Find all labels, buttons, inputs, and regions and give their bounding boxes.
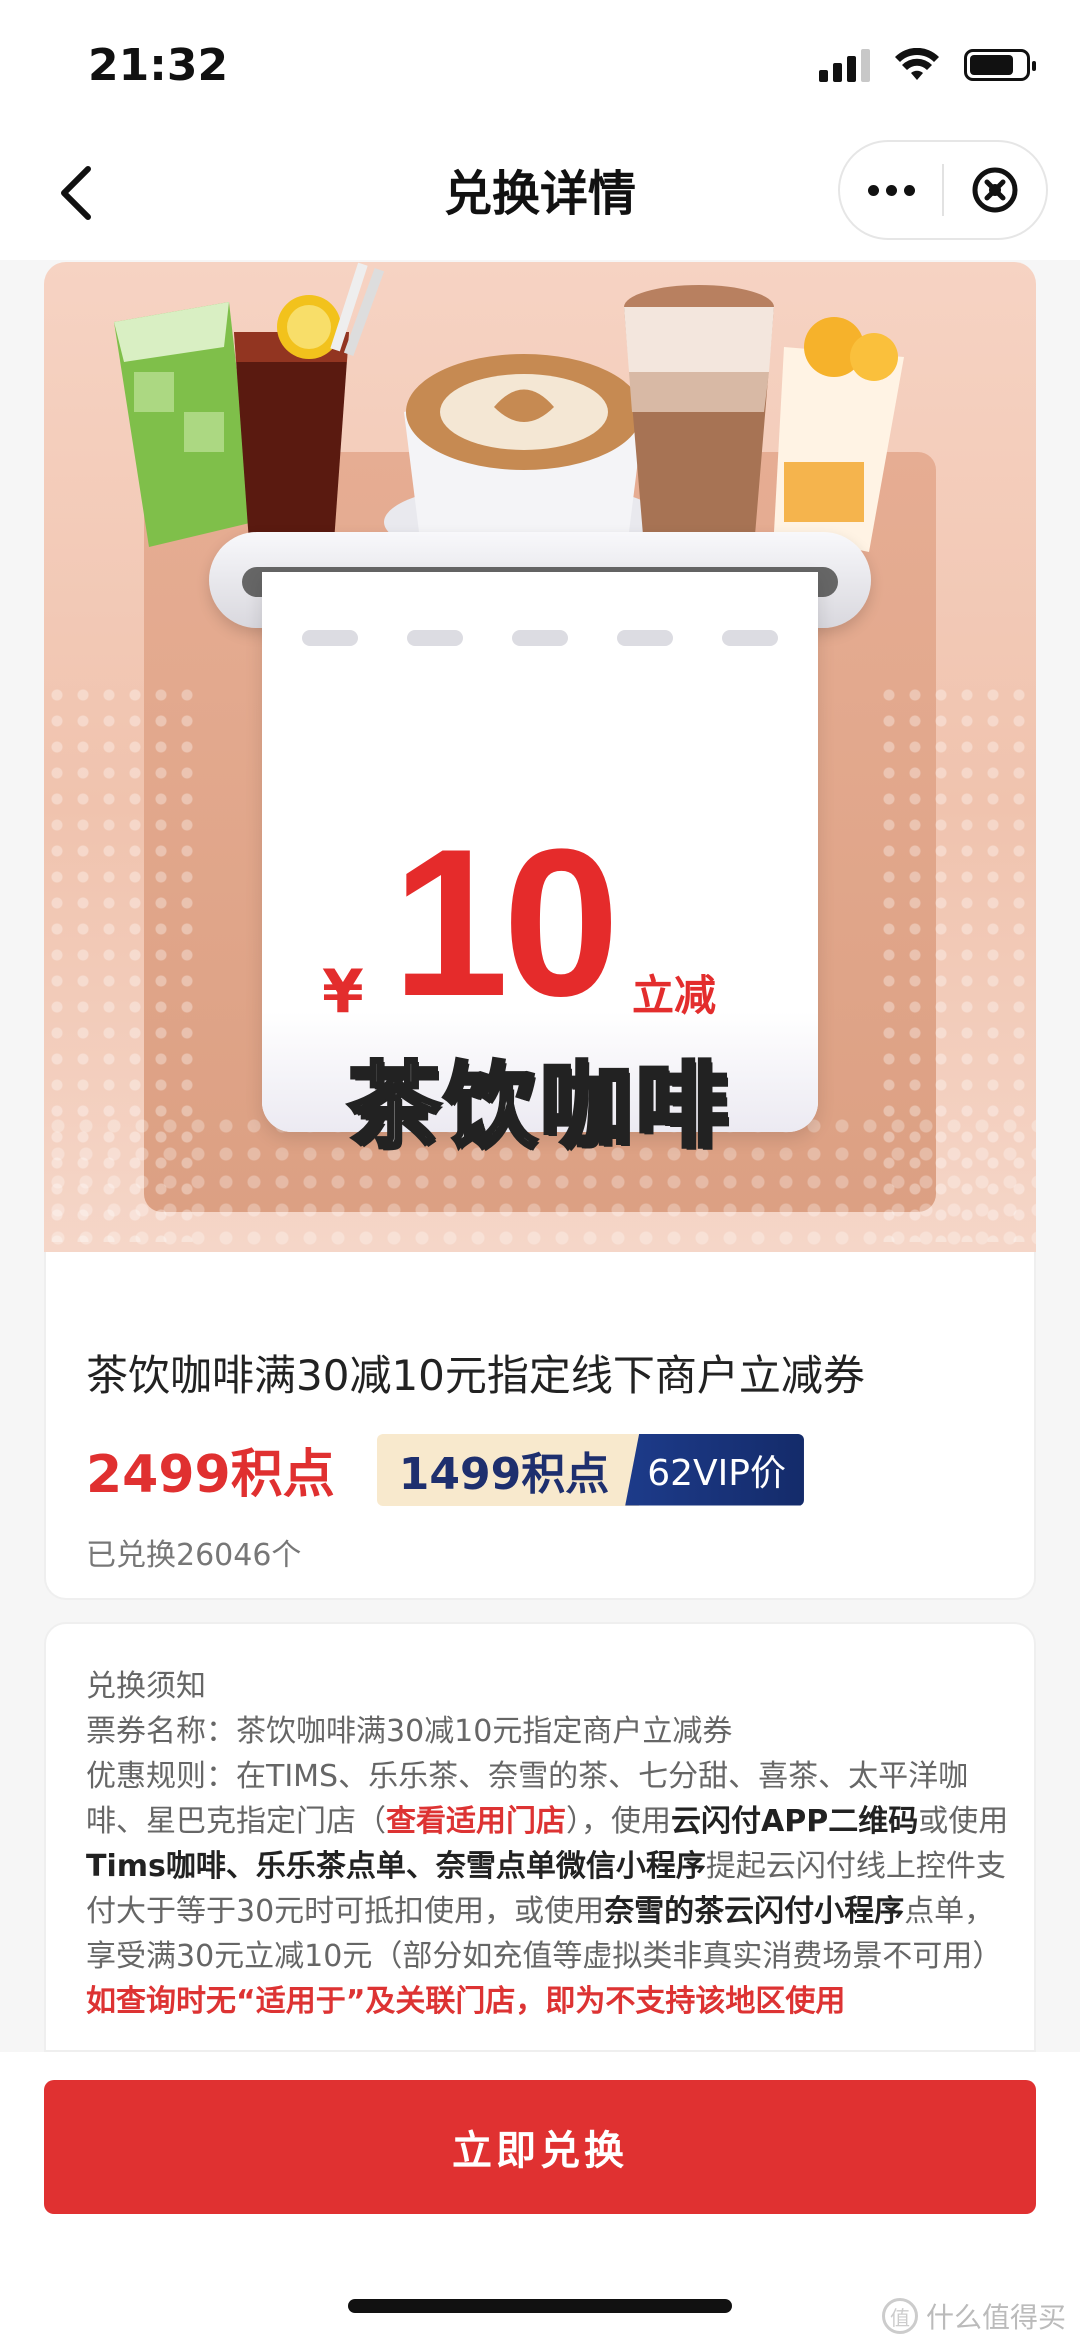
price-row: 2499积点 1499积点 62VIP价 bbox=[86, 1432, 804, 1507]
wifi-icon bbox=[895, 48, 939, 80]
battery-icon bbox=[964, 49, 1036, 81]
more-button[interactable] bbox=[840, 142, 942, 238]
notice-heading: 兑换须知 bbox=[86, 1669, 206, 1704]
coupon-banner: ¥ 10 立减 茶饮咖啡 bbox=[44, 262, 1036, 1252]
bottom-action-bar: 立即兑换 值 什么值得买 bbox=[0, 2052, 1080, 2337]
signal-icon bbox=[819, 48, 870, 82]
matcha-drink-icon bbox=[114, 302, 254, 547]
redeem-button[interactable]: 立即兑换 bbox=[44, 2080, 1036, 2214]
coupon-amount: 10 bbox=[392, 805, 620, 1040]
coupon-ticket: ¥ 10 立减 茶饮咖啡 bbox=[262, 572, 818, 1162]
watermark-text: 什么值得买 bbox=[925, 2301, 1066, 2334]
region-warning: 如查询时无“适用于”及关联门店，即为不支持该地区使用 bbox=[86, 1984, 846, 2019]
product-info-card: 茶饮咖啡满30减10元指定线下商户立减券 2499积点 1499积点 62VIP… bbox=[44, 1252, 1036, 1600]
coupon-currency: ¥ bbox=[322, 957, 364, 1027]
status-bar: 21:32 bbox=[0, 0, 1080, 130]
rule-paragraph: 优惠规则：在TIMS、乐乐茶、奈雪的茶、七分甜、喜茶、太平洋咖啡、星巴克指定门店… bbox=[86, 1759, 1009, 1974]
redeemed-count: 已兑换26046个 bbox=[86, 1538, 302, 1573]
view-stores-link[interactable]: 查看适用门店 bbox=[386, 1804, 566, 1839]
vip-price-badge: 1499积点 62VIP价 bbox=[376, 1433, 804, 1506]
watermark-logo: 值 bbox=[881, 2298, 918, 2334]
mango-drink-icon bbox=[774, 317, 904, 552]
mocha-drink-icon bbox=[624, 285, 774, 547]
ticket-name-line: 票券名称：茶饮咖啡满30减10元指定商户立减券 bbox=[86, 1714, 733, 1749]
home-indicator bbox=[348, 2299, 732, 2313]
vip-points: 1499积点 bbox=[376, 1433, 640, 1506]
vip-label: 62VIP价 bbox=[625, 1433, 804, 1506]
coupon-tag: 立减 bbox=[632, 971, 717, 1020]
nav-bar: 兑换详情 bbox=[0, 130, 1080, 260]
price-points: 2499积点 bbox=[86, 1445, 335, 1505]
ticket-name: 茶饮咖啡满30减10元指定商户立减券 bbox=[236, 1714, 733, 1749]
more-icon bbox=[867, 184, 915, 196]
status-icons bbox=[819, 48, 1036, 82]
close-button[interactable] bbox=[944, 142, 1046, 238]
notice-body: 兑换须知 票券名称：茶饮咖啡满30减10元指定商户立减券 优惠规则：在TIMS、… bbox=[86, 1664, 1016, 2024]
watermark: 值 什么值得买 bbox=[881, 2296, 1066, 2336]
coupon-name: 茶饮咖啡 bbox=[346, 1051, 732, 1162]
close-circle-icon bbox=[972, 167, 1018, 213]
status-time: 21:32 bbox=[88, 40, 229, 91]
product-title: 茶饮咖啡满30减10元指定线下商户立减券 bbox=[86, 1351, 865, 1400]
mini-program-capsule bbox=[838, 140, 1048, 240]
redeem-notice-card: 兑换须知 票券名称：茶饮咖啡满30减10元指定商户立减券 优惠规则：在TIMS、… bbox=[44, 1622, 1036, 2052]
latte-drink-icon bbox=[384, 354, 664, 562]
ticket-holes bbox=[302, 630, 778, 646]
cola-drink-icon bbox=[234, 262, 385, 542]
